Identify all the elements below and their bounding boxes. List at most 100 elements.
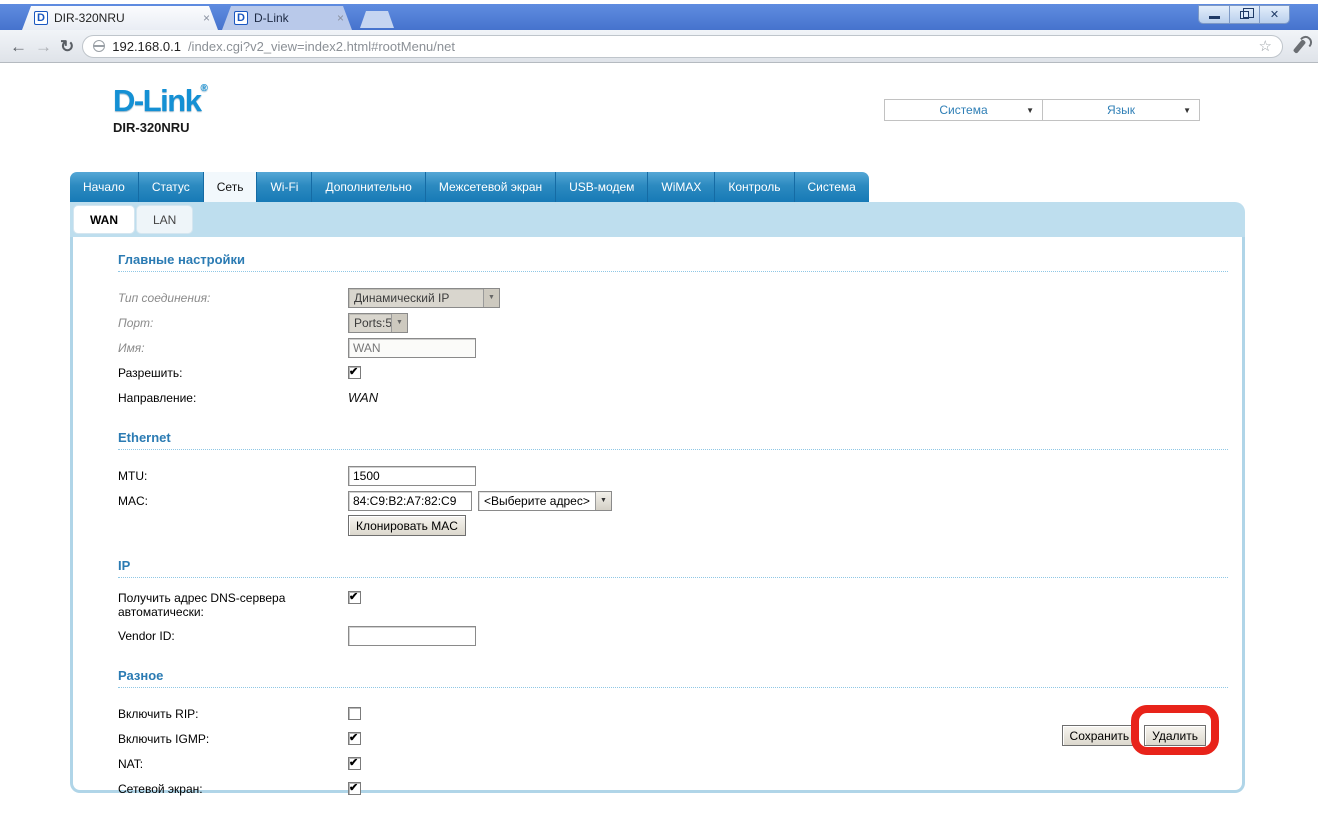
check-icon: ✔	[349, 756, 358, 769]
check-icon: ✔	[349, 781, 358, 794]
dlink-favicon-icon: D	[234, 11, 248, 25]
rip-checkbox[interactable]: ✔	[348, 707, 361, 720]
section-main-settings: Главные настройки Тип соединения: Динами…	[118, 237, 1228, 415]
close-button[interactable]: ✕	[1259, 6, 1289, 23]
system-menu-dropdown[interactable]: Система ▼	[885, 100, 1042, 120]
enable-label: Разрешить:	[118, 366, 348, 380]
page-globe-icon	[93, 40, 105, 52]
direction-label: Направление:	[118, 391, 348, 405]
clone-mac-button[interactable]: Клонировать MAC	[348, 515, 466, 536]
url-path: /index.cgi?v2_view=index2.html#rootMenu/…	[188, 39, 455, 54]
chevron-down-icon: ▼	[595, 492, 611, 510]
wrench-menu-icon[interactable]	[1293, 39, 1306, 54]
chevron-down-icon: ▼	[1183, 106, 1191, 115]
rip-label: Включить RIP:	[118, 707, 348, 721]
tab-advanced[interactable]: Дополнительно	[312, 172, 425, 202]
tab-home[interactable]: Начало	[70, 172, 139, 202]
subtab-lan[interactable]: LAN	[136, 205, 193, 234]
mac-label: MAC:	[118, 494, 348, 508]
direction-value: WAN	[348, 390, 378, 405]
port-label: Порт:	[118, 316, 348, 330]
chevron-down-icon: ▼	[483, 289, 499, 307]
browser-tab-title: DIR-320NRU	[54, 11, 197, 25]
tab-usb-modem[interactable]: USB-модем	[556, 172, 648, 202]
back-button[interactable]: ←	[10, 38, 27, 55]
url-host: 192.168.0.1	[112, 39, 181, 54]
subtab-bar: WAN LAN	[70, 202, 1245, 237]
tab-network[interactable]: Сеть	[204, 172, 258, 202]
device-model: DIR-320NRU	[113, 120, 206, 135]
mac-input[interactable]	[348, 491, 472, 511]
save-button[interactable]: Сохранить	[1062, 725, 1138, 746]
check-icon: ✔	[349, 731, 358, 744]
tab-firewall[interactable]: Межсетевой экран	[426, 172, 556, 202]
browser-tabstrip: D DIR-320NRU × D D-Link × ✕	[0, 4, 1318, 30]
tab-close-icon[interactable]: ×	[203, 11, 210, 25]
browser-tab-title: D-Link	[254, 11, 331, 25]
check-icon: ✔	[349, 365, 358, 378]
mtu-input[interactable]	[348, 466, 476, 486]
connection-type-label: Тип соединения:	[118, 291, 348, 305]
section-ethernet: Ethernet MTU: MAC: <Выберите адрес> ▼	[118, 415, 1228, 543]
mac-address-select[interactable]: <Выберите адрес> ▼	[478, 491, 612, 511]
section-ip: IP Получить адрес DNS-сервера автоматиче…	[118, 543, 1228, 653]
registered-mark: ®	[200, 83, 206, 94]
check-icon: ✔	[349, 590, 358, 603]
name-label: Имя:	[118, 341, 348, 355]
tab-wimax[interactable]: WiMAX	[648, 172, 715, 202]
enable-checkbox[interactable]: ✔	[348, 366, 361, 379]
section-title: IP	[118, 543, 1228, 578]
new-tab-button[interactable]	[360, 11, 394, 28]
reload-button[interactable]: ↻	[60, 38, 74, 55]
subtab-wan[interactable]: WAN	[73, 205, 135, 234]
dns-auto-checkbox[interactable]: ✔	[348, 591, 361, 604]
vendor-id-label: Vendor ID:	[118, 629, 348, 643]
port-select[interactable]: Ports:5 ▼	[348, 313, 408, 333]
bookmark-star-icon[interactable]: ☆	[1259, 37, 1272, 55]
action-buttons: Сохранить Удалить	[1062, 725, 1206, 746]
browser-toolbar: ← → ↻ 192.168.0.1 /index.cgi?v2_view=ind…	[0, 30, 1318, 63]
browser-tab-inactive[interactable]: D D-Link ×	[222, 6, 352, 30]
firewall-label: Сетевой экран:	[118, 782, 348, 796]
forward-button[interactable]: →	[35, 38, 52, 55]
close-icon: ✕	[1270, 8, 1279, 21]
chevron-down-icon: ▼	[1026, 106, 1034, 115]
tab-system[interactable]: Система	[795, 172, 869, 202]
igmp-label: Включить IGMP:	[118, 732, 348, 746]
browser-tab-active[interactable]: D DIR-320NRU ×	[22, 6, 218, 30]
tab-control[interactable]: Контроль	[715, 172, 794, 202]
section-title: Разное	[118, 653, 1228, 688]
address-bar[interactable]: 192.168.0.1 /index.cgi?v2_view=index2.ht…	[82, 35, 1283, 58]
minimize-button[interactable]	[1199, 6, 1229, 23]
tab-wifi[interactable]: Wi-Fi	[257, 172, 312, 202]
vendor-id-input[interactable]	[348, 626, 476, 646]
restore-button[interactable]	[1229, 6, 1259, 23]
settings-panel: Главные настройки Тип соединения: Динами…	[70, 237, 1245, 793]
igmp-checkbox[interactable]: ✔	[348, 732, 361, 745]
language-menu-dropdown[interactable]: Язык ▼	[1042, 100, 1199, 120]
firewall-checkbox[interactable]: ✔	[348, 782, 361, 795]
restore-icon	[1240, 11, 1249, 19]
system-menu-label: Система	[939, 103, 987, 117]
connection-type-select[interactable]: Динамический IP ▼	[348, 288, 500, 308]
mtu-label: MTU:	[118, 469, 348, 483]
nat-checkbox[interactable]: ✔	[348, 757, 361, 770]
top-menus: Система ▼ Язык ▼	[884, 99, 1200, 121]
section-title: Главные настройки	[118, 237, 1228, 272]
dlink-favicon-icon: D	[34, 11, 48, 25]
language-menu-label: Язык	[1107, 103, 1135, 117]
dlink-logo: D-Link®	[113, 83, 206, 119]
name-input[interactable]	[348, 338, 476, 358]
tab-close-icon[interactable]: ×	[337, 11, 344, 25]
main-nav-tabs: Начало Статус Сеть Wi-Fi Дополнительно М…	[70, 172, 869, 202]
dns-auto-label: Получить адрес DNS-сервера автоматически…	[118, 591, 348, 619]
router-admin-page: D-Link® DIR-320NRU Система ▼ Язык ▼ Нача…	[0, 63, 1318, 834]
minimize-icon	[1209, 16, 1220, 19]
chevron-down-icon: ▼	[391, 314, 407, 332]
delete-button[interactable]: Удалить	[1144, 725, 1206, 746]
nat-label: NAT:	[118, 757, 348, 771]
section-title: Ethernet	[118, 415, 1228, 450]
window-controls: ✕	[1198, 5, 1290, 24]
brand-block: D-Link® DIR-320NRU	[113, 83, 206, 135]
tab-status[interactable]: Статус	[139, 172, 204, 202]
